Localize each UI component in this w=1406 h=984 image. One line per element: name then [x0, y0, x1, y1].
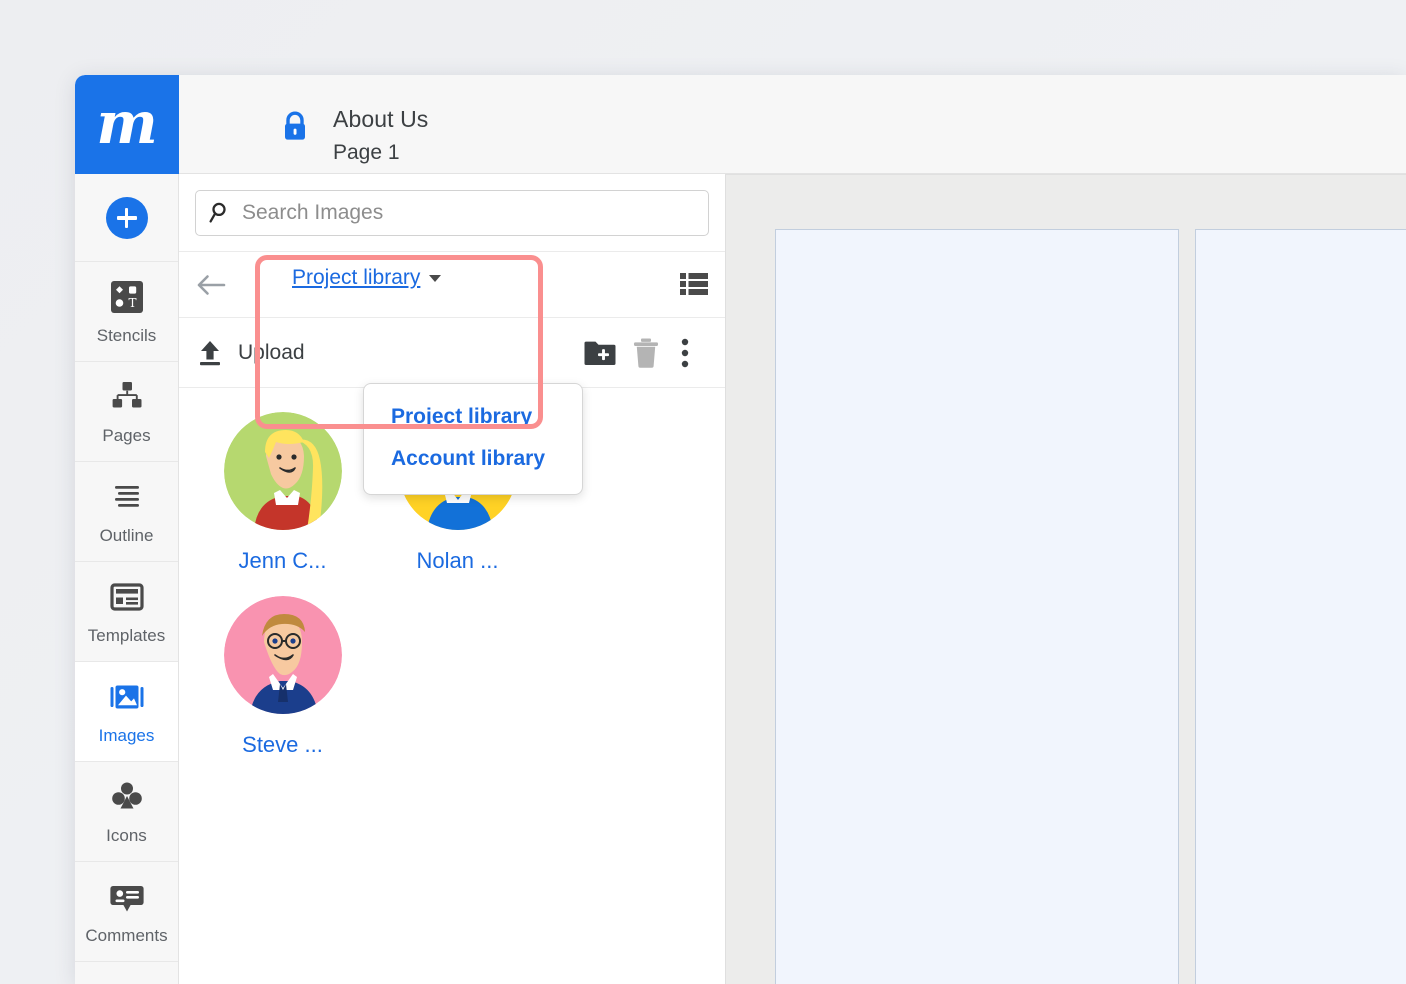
search-box[interactable] — [195, 190, 709, 236]
image-grid-item[interactable]: Steve ... — [195, 596, 370, 758]
search-row — [179, 174, 725, 252]
library-action-row: Upload — [179, 318, 725, 388]
chevron-down-icon — [429, 275, 441, 282]
kebab-menu-icon[interactable] — [681, 338, 689, 368]
new-folder-icon[interactable] — [583, 339, 617, 367]
images-panel: Project library — [179, 174, 726, 984]
search-icon — [208, 201, 231, 224]
left-icon-rail: T Stencils Pages — [75, 174, 179, 984]
library-nav-row: Project library — [179, 252, 725, 318]
sidebar-item-templates[interactable]: Templates — [75, 562, 178, 662]
sidebar-item-label: Icons — [106, 826, 147, 846]
pages-icon — [107, 377, 147, 417]
brand-logo-glyph: m — [96, 94, 157, 152]
plus-icon — [106, 197, 148, 239]
brand-logo[interactable]: m — [75, 75, 179, 174]
library-selector[interactable]: Project library — [292, 266, 441, 290]
upload-button-label: Upload — [238, 341, 305, 365]
library-selector-label: Project library — [292, 266, 420, 290]
avatar-jenn — [224, 412, 342, 530]
sidebar-item-outline[interactable]: Outline — [75, 462, 178, 562]
sidebar-item-label: Comments — [85, 926, 167, 946]
image-caption: Nolan ... — [370, 548, 545, 574]
sidebar-item-label: Pages — [102, 426, 150, 446]
canvas-page-1[interactable] — [775, 229, 1179, 984]
image-caption: Steve ... — [195, 732, 370, 758]
sidebar-item-images[interactable]: Images — [75, 662, 178, 762]
upload-icon — [195, 338, 225, 368]
add-button[interactable] — [75, 174, 178, 262]
image-caption: Jenn C... — [195, 548, 370, 574]
images-icon — [107, 677, 147, 717]
canvas-area[interactable] — [726, 174, 1406, 984]
sidebar-item-label: Stencils — [97, 326, 157, 346]
image-grid-item[interactable]: Jenn C... — [195, 412, 370, 574]
templates-icon — [107, 577, 147, 617]
canvas-page-2[interactable] — [1195, 229, 1406, 984]
menu-item-project-library[interactable]: Project library — [364, 396, 582, 438]
comments-icon — [107, 877, 147, 917]
top-header-bar: m About Us Page 1 — [75, 75, 1406, 174]
sidebar-item-label: Templates — [88, 626, 165, 646]
library-dropdown-menu: Project library Account library — [363, 383, 583, 495]
list-view-icon[interactable] — [679, 271, 709, 297]
desktop-backdrop: m About Us Page 1 — [0, 0, 1406, 984]
sidebar-item-pages[interactable]: Pages — [75, 362, 178, 462]
sidebar-item-label: Outline — [100, 526, 154, 546]
document-titles: About Us Page 1 — [333, 103, 428, 168]
stencils-icon: T — [107, 277, 147, 317]
icons-icon — [107, 777, 147, 817]
page-subtitle: Page 1 — [333, 138, 428, 168]
lock-icon — [281, 111, 309, 141]
outline-icon — [107, 477, 147, 517]
page-title: About Us — [333, 103, 428, 135]
sidebar-item-icons[interactable]: Icons — [75, 762, 178, 862]
sidebar-item-stencils[interactable]: T Stencils — [75, 262, 178, 362]
back-arrow-icon[interactable] — [195, 272, 227, 298]
trash-icon[interactable] — [631, 337, 661, 369]
svg-text:T: T — [128, 296, 136, 310]
avatar-steve — [224, 596, 342, 714]
menu-item-account-library[interactable]: Account library — [364, 438, 582, 480]
app-window: m About Us Page 1 — [75, 75, 1406, 984]
sidebar-item-label: Images — [99, 726, 155, 746]
sidebar-item-comments[interactable]: Comments — [75, 862, 178, 962]
upload-button[interactable]: Upload — [195, 338, 305, 368]
search-input[interactable] — [242, 201, 696, 225]
